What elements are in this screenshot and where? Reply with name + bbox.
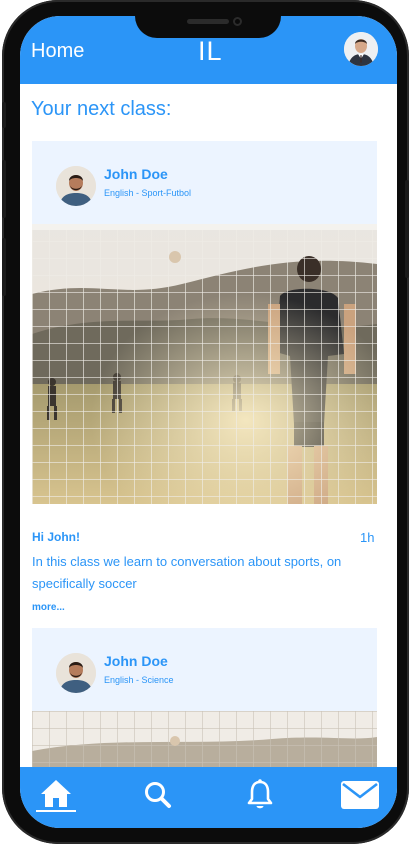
user-avatar-icon [344,32,378,66]
volume-up-button [2,160,6,218]
app-logo: IL [198,36,223,66]
teacher-name[interactable]: John Doe [104,166,168,182]
bottom-navigation [20,767,397,828]
bell-icon [247,779,273,809]
section-title: Your next class: [31,98,172,120]
class-card-header[interactable]: John Doe English - Science [32,628,377,711]
app-screen: Home IL Your next class: John Doe Englis… [20,16,397,828]
class-card-header[interactable]: John Doe English - Sport-Futbol [32,141,377,224]
front-camera [233,17,242,26]
home-icon [36,780,76,812]
class-description: In this class we learn to conversation a… [32,554,342,591]
class-subject: English - Sport-Futbol [104,188,192,198]
teacher-avatar[interactable] [56,653,96,693]
teacher-avatar-icon [56,166,96,206]
teacher-avatar-icon [56,653,96,693]
teacher-avatar[interactable] [56,166,96,206]
user-avatar[interactable] [344,32,378,66]
greeting-text: Hi John! [32,530,80,544]
class-photo[interactable] [32,711,377,767]
class-subject: English - Science [104,675,174,685]
mail-icon [341,781,379,809]
nav-messages[interactable] [338,775,382,815]
nav-home[interactable] [34,775,78,815]
nav-notifications[interactable] [238,775,282,815]
power-button [405,180,409,278]
page-title: Home [31,40,85,62]
mute-switch [2,102,6,128]
soccer-goalkeeper-image [32,224,377,504]
speaker [187,19,229,24]
nav-search[interactable] [136,775,180,815]
search-icon [145,782,171,808]
volume-down-button [2,238,6,296]
phone-frame: Home IL Your next class: John Doe Englis… [2,0,409,844]
more-link[interactable]: more... [32,602,65,613]
class-photo-image [32,711,377,767]
class-photo[interactable] [32,224,377,504]
class-duration: 1h [360,530,375,545]
notch [135,16,281,38]
class-feed[interactable]: Your next class: John Doe English - Spor… [20,84,397,767]
teacher-name[interactable]: John Doe [104,653,168,669]
